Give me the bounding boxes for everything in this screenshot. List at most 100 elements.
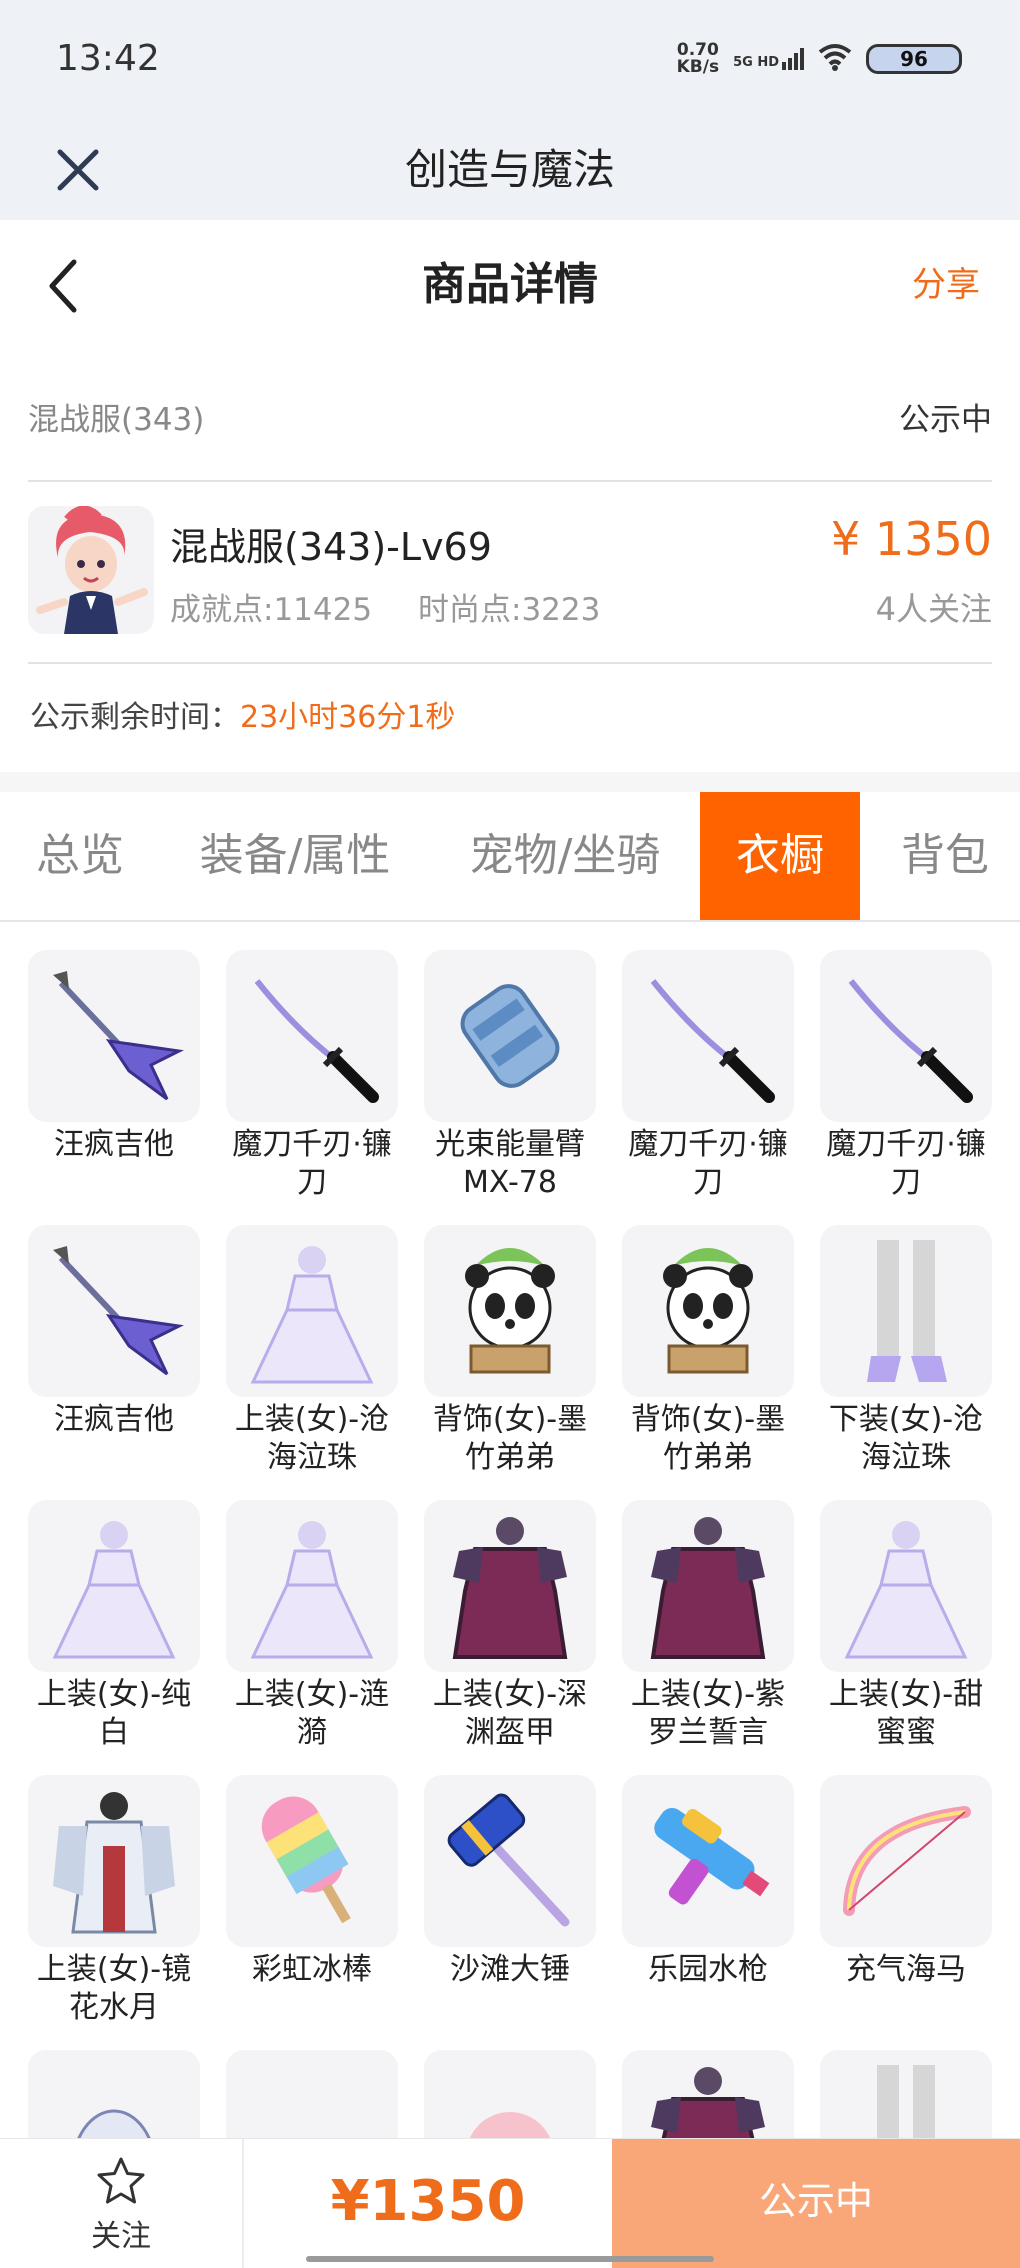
armor-icon bbox=[622, 2050, 794, 2138]
tab-overview[interactable]: 总览 bbox=[0, 792, 160, 920]
wardrobe-item[interactable]: 汪疯吉他 bbox=[28, 950, 200, 1164]
wardrobe-item-label: 上装(女)-深渊盔甲 bbox=[432, 1677, 588, 1750]
wardrobe-item[interactable]: 上装(女)-紫罗兰誓言 bbox=[622, 1500, 794, 1752]
dress-icon bbox=[28, 1500, 200, 1672]
product-summary: 混战服(343)-Lv69 成就点:11425 时尚点:3223 ¥ 1350 … bbox=[28, 506, 992, 636]
status-bar: 13:42 0.70 KB/s 5G HD 96 bbox=[0, 0, 1020, 120]
dress-icon bbox=[226, 1225, 398, 1397]
wardrobe-item[interactable]: 背饰(女)-墨竹弟弟 bbox=[622, 1225, 794, 1477]
wardrobe-item[interactable]: 上装(女)-涟漪 bbox=[226, 1500, 398, 1752]
tab-equipment[interactable]: 装备/属性 bbox=[170, 792, 420, 920]
wardrobe-item[interactable]: 背饰(女)-墨竹弟弟 bbox=[424, 1225, 596, 1477]
server-status: 公示中 bbox=[899, 402, 992, 438]
status-indicators: 0.70 KB/s 5G HD 96 bbox=[677, 42, 962, 76]
wardrobe-item-label: 魔刀千刃·镰刀 bbox=[826, 1127, 986, 1200]
wardrobe-item[interactable]: 上装(女)-纯白 bbox=[28, 1500, 200, 1752]
bow-icon bbox=[820, 1775, 992, 1947]
wardrobe-item-label: 上装(女)-纯白 bbox=[36, 1677, 192, 1750]
status-time: 13:42 bbox=[56, 38, 160, 79]
follower-count: 4人关注 bbox=[875, 590, 992, 628]
legwear-icon bbox=[820, 2050, 992, 2138]
wardrobe-item-label: 汪疯吉他 bbox=[54, 1402, 174, 1437]
follow-label: 关注 bbox=[91, 2219, 151, 2254]
countdown-label: 公示剩余时间： bbox=[30, 700, 240, 735]
star-icon bbox=[97, 2157, 145, 2204]
wardrobe-item[interactable]: 魔刀千刃·镰刀 bbox=[820, 950, 992, 1202]
wardrobe-item[interactable]: 充气海马 bbox=[820, 1775, 992, 1989]
energy-arm-icon bbox=[424, 950, 596, 1122]
wardrobe-item-label: 光束能量臂MX-78 bbox=[435, 1127, 585, 1200]
product-price: ¥ 1350 bbox=[831, 512, 992, 566]
wardrobe-item[interactable]: 下装(女)-沧海泣珠 bbox=[820, 1225, 992, 1477]
wardrobe-item[interactable]: 光束能量臂MX-78 bbox=[424, 950, 596, 1202]
popsicle-icon bbox=[226, 1775, 398, 1947]
tab-backpack[interactable]: 背包 bbox=[870, 792, 1020, 920]
wardrobe-item[interactable]: 上装(女)-深渊盔甲 bbox=[424, 1500, 596, 1752]
page-title: 商品详情 bbox=[422, 259, 598, 310]
signal-label: 5G HD bbox=[733, 55, 779, 70]
divider bbox=[28, 480, 992, 482]
section-gap bbox=[0, 772, 1020, 792]
nav-bar: 商品详情 分享 bbox=[0, 220, 1020, 350]
legwear-icon bbox=[820, 1225, 992, 1397]
wardrobe-item-label: 魔刀千刃·镰刀 bbox=[232, 1127, 392, 1200]
wardrobe-item-label: 下装(女)-沧海泣珠 bbox=[828, 1402, 984, 1475]
fashion-points: 时尚点:3223 bbox=[418, 592, 601, 628]
wardrobe-item-label: 沙滩大锤 bbox=[450, 1952, 570, 1987]
back-chevron-icon[interactable] bbox=[44, 256, 84, 316]
app-title: 创造与魔法 bbox=[404, 145, 615, 194]
wardrobe-item[interactable]: 上装(女)-镜花水月 bbox=[28, 1775, 200, 2027]
wardrobe-item-label: 上装(女)-甜蜜蜜 bbox=[828, 1677, 984, 1750]
divider bbox=[28, 662, 992, 664]
bottom-price: ¥1350 bbox=[330, 2169, 526, 2234]
wardrobe-item[interactable]: 沙滩大锤 bbox=[424, 1775, 596, 1989]
water-gun-icon bbox=[622, 1775, 794, 1947]
battery-icon: 96 bbox=[866, 44, 962, 74]
avatar bbox=[28, 506, 154, 634]
wardrobe-item[interactable] bbox=[226, 2050, 398, 2138]
katana-icon bbox=[820, 950, 992, 1122]
wardrobe-item-label: 魔刀千刃·镰刀 bbox=[628, 1127, 788, 1200]
wardrobe-item[interactable]: 上装(女)-甜蜜蜜 bbox=[820, 1500, 992, 1752]
wardrobe-item[interactable] bbox=[28, 2050, 200, 2138]
dress-icon bbox=[226, 1500, 398, 1672]
follow-button[interactable]: 关注 bbox=[0, 2139, 244, 2268]
wardrobe-item-label: 汪疯吉他 bbox=[54, 1127, 174, 1162]
tab-pets[interactable]: 宠物/坐骑 bbox=[440, 792, 690, 920]
publicity-button[interactable]: 公示中 bbox=[612, 2139, 1020, 2268]
net-speed: 0.70 KB/s bbox=[677, 42, 719, 76]
server-row: 混战服(343) 公示中 bbox=[28, 380, 992, 450]
katana-icon bbox=[226, 950, 398, 1122]
hammer-icon bbox=[424, 1775, 596, 1947]
tab-wardrobe[interactable]: 衣橱 bbox=[700, 792, 860, 920]
app-title-bar: 创造与魔法 bbox=[0, 120, 1020, 220]
achievement-points: 成就点:11425 bbox=[170, 592, 373, 628]
wardrobe-item[interactable] bbox=[424, 2050, 596, 2138]
wardrobe-item[interactable]: 乐园水枪 bbox=[622, 1775, 794, 1989]
armor-icon bbox=[424, 1500, 596, 1672]
panda-backpack-icon bbox=[622, 1225, 794, 1397]
share-button[interactable]: 分享 bbox=[912, 220, 980, 350]
wardrobe-item[interactable]: 魔刀千刃·镰刀 bbox=[226, 950, 398, 1202]
wardrobe-item[interactable]: 彩虹冰棒 bbox=[226, 1775, 398, 1989]
wardrobe-item[interactable]: 魔刀千刃·镰刀 bbox=[622, 950, 794, 1202]
katana-icon bbox=[622, 950, 794, 1122]
wardrobe-item-label: 上装(女)-沧海泣珠 bbox=[234, 1402, 390, 1475]
wifi-icon bbox=[818, 43, 852, 75]
wardrobe-item[interactable]: 上装(女)-沧海泣珠 bbox=[226, 1225, 398, 1477]
wardrobe-item[interactable]: 汪疯吉他 bbox=[28, 1225, 200, 1439]
countdown-value: 23小时36分1秒 bbox=[240, 700, 456, 735]
armor-icon bbox=[622, 1500, 794, 1672]
wardrobe-item-label: 充气海马 bbox=[846, 1952, 966, 1987]
wardrobe-item-label: 上装(女)-紫罗兰誓言 bbox=[630, 1677, 786, 1750]
wardrobe-grid: 汪疯吉他 魔刀千刃·镰刀 光束能量臂MX-78 魔刀千刃·镰刀 魔刀千刃·镰刀 汪疯吉他上… bbox=[28, 950, 992, 2138]
panda-backpack-icon bbox=[424, 1225, 596, 1397]
guitar-icon bbox=[28, 950, 200, 1122]
wardrobe-item-label: 上装(女)-涟漪 bbox=[234, 1677, 390, 1750]
product-name: 混战服(343)-Lv69 bbox=[170, 525, 492, 569]
wardrobe-item[interactable] bbox=[622, 2050, 794, 2138]
wardrobe-item[interactable] bbox=[820, 2050, 992, 2138]
countdown: 公示剩余时间：23小时36分1秒 bbox=[30, 692, 455, 736]
tab-bar: 总览 装备/属性 宠物/坐骑 衣橱 背包 bbox=[0, 792, 1020, 922]
guitar-icon bbox=[28, 1225, 200, 1397]
